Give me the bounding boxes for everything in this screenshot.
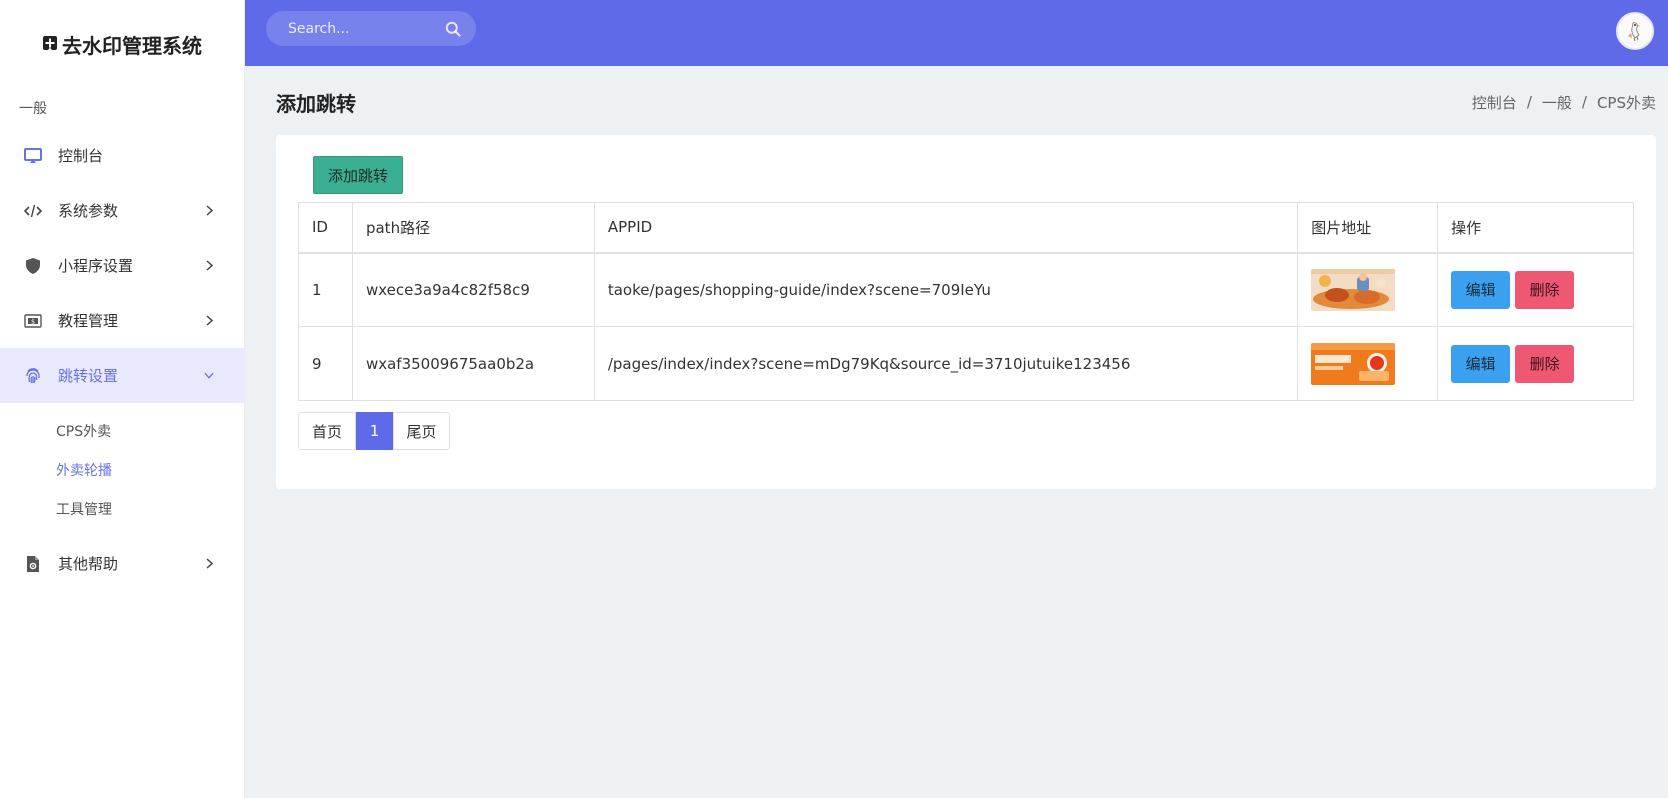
redirect-table: ID path路径 APPID 图片地址 操作 1 wxece3a9a4c82f… (298, 202, 1634, 401)
column-header-image: 图片地址 (1297, 202, 1439, 254)
sidebar-item-system-params[interactable]: 系统参数 (0, 183, 244, 238)
sidebar-item-label: 跳转设置 (58, 367, 119, 385)
food-banner-thumbnail[interactable] (1311, 268, 1396, 311)
submenu-item-tools[interactable]: 工具管理 (0, 489, 244, 528)
sidebar-item-label: 系统参数 (58, 202, 119, 220)
sidebar-item-redirect[interactable]: 跳转设置 (0, 348, 244, 403)
pagination-last-button[interactable]: 尾页 (393, 412, 450, 450)
search-icon[interactable] (444, 20, 462, 38)
breadcrumb-item-general[interactable]: 一般 (1542, 92, 1572, 113)
edit-button[interactable]: 编辑 (1451, 270, 1511, 309)
sidebar-item-label: 控制台 (58, 147, 104, 165)
breadcrumb: 控制台 / 一般 / CPS外卖 (1472, 92, 1656, 113)
cell-actions: 编辑 删除 (1437, 252, 1634, 327)
fingerprint-icon (23, 366, 43, 386)
column-header-appid: APPID (593, 202, 1299, 254)
cell-actions: 编辑 删除 (1437, 326, 1634, 401)
sidebar-item-label: 教程管理 (58, 312, 119, 330)
search-input[interactable] (288, 20, 444, 37)
pagination-first-button[interactable]: 首页 (298, 412, 356, 450)
cell-appid: taoke/pages/shopping-guide/index?scene=7… (593, 252, 1299, 327)
page-header: 添加跳转 控制台 / 一般 / CPS外卖 (276, 82, 1656, 122)
cell-id: 9 (298, 326, 353, 401)
table-header-row: ID path路径 APPID 图片地址 操作 (298, 202, 1634, 254)
brand-title: 去水印管理系统 (62, 33, 202, 58)
cell-image (1297, 252, 1439, 327)
sidebar-item-miniprogram[interactable]: 小程序设置 (0, 238, 244, 293)
sidebar-item-tutorial[interactable]: $ 教程管理 (0, 293, 244, 348)
sidebar-item-label: 其他帮助 (58, 555, 119, 573)
avatar-image (1620, 16, 1650, 46)
cell-path: wxaf35009675aa0b2a (351, 326, 595, 401)
search-box (266, 11, 476, 46)
sidebar-section-label: 一般 (19, 101, 47, 117)
table-row: 1 wxece3a9a4c82f58c9 taoke/pages/shoppin… (298, 252, 1634, 327)
submenu-item-takeout-carousel[interactable]: 外卖轮播 (0, 450, 244, 489)
avatar[interactable] (1616, 12, 1654, 50)
cell-image (1297, 326, 1439, 401)
monitor-icon (23, 146, 43, 166)
sidebar-item-label: 小程序设置 (58, 257, 134, 275)
chevron-right-icon (204, 315, 214, 326)
content-card: 添加跳转 ID path路径 APPID 图片地址 操作 1 wxece3a9a… (276, 135, 1656, 489)
delete-button[interactable]: 删除 (1515, 344, 1575, 383)
edit-button[interactable]: 编辑 (1451, 344, 1511, 383)
cell-appid: /pages/index/index?scene=mDg79Kq&source_… (593, 326, 1299, 401)
code-icon (23, 201, 43, 221)
cell-path: wxece3a9a4c82f58c9 (351, 252, 595, 327)
submenu-item-cps-takeout[interactable]: CPS外卖 (0, 411, 244, 450)
sidebar-item-dashboard[interactable]: 控制台 (0, 128, 244, 183)
pagination-current-page[interactable]: 1 (356, 412, 393, 450)
column-header-path: path路径 (351, 202, 595, 254)
breadcrumb-separator: / (1581, 93, 1587, 111)
topbar (245, 0, 1668, 66)
breadcrumb-item-current: CPS外卖 (1596, 93, 1656, 112)
table-row: 9 wxaf35009675aa0b2a /pages/index/index?… (298, 326, 1634, 401)
chevron-right-icon (204, 205, 214, 216)
delete-button[interactable]: 删除 (1515, 270, 1575, 309)
breadcrumb-separator: / (1526, 93, 1532, 111)
shield-icon (23, 256, 43, 276)
sidebar-item-help[interactable]: 其他帮助 (0, 536, 244, 591)
chevron-down-icon (204, 371, 214, 381)
column-header-actions: 操作 (1437, 202, 1634, 254)
plus-square-icon (43, 36, 57, 50)
sidebar: 去水印管理系统 一般 控制台 系统参数 小程序设置 $ 教程管理 跳转设置 CP… (0, 0, 245, 798)
add-redirect-button[interactable]: 添加跳转 (313, 156, 403, 194)
column-header-id: ID (298, 202, 353, 254)
breadcrumb-item-dashboard[interactable]: 控制台 (1472, 92, 1517, 113)
chevron-right-icon (204, 558, 214, 569)
pagination: 首页 1 尾页 (298, 412, 450, 450)
dollar-card-icon: $ (23, 311, 43, 331)
brand[interactable]: 去水印管理系统 (0, 0, 244, 88)
orange-promo-thumbnail[interactable] (1311, 342, 1396, 385)
svg-text:$: $ (31, 318, 35, 325)
chevron-right-icon (204, 260, 214, 271)
cell-id: 1 (298, 252, 353, 327)
page-title: 添加跳转 (276, 91, 356, 116)
file-gear-icon (23, 554, 43, 574)
redirect-submenu: CPS外卖 外卖轮播 工具管理 (0, 403, 244, 536)
